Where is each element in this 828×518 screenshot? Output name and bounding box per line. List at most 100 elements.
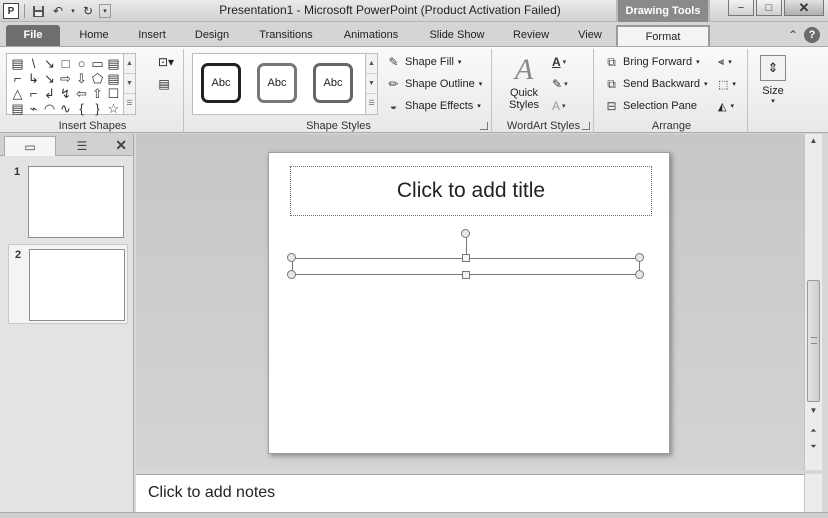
current-slide[interactable]: Click to add title	[268, 152, 670, 454]
shape-option[interactable]: }	[89, 100, 106, 117]
save-icon[interactable]	[29, 2, 47, 20]
edit-shape-icon[interactable]: ⊡▾	[154, 53, 178, 71]
size-button[interactable]: ⇕ Size ▾	[754, 53, 792, 119]
slides-tab-icon: ▭	[24, 139, 36, 154]
shape-effects-icon: ◒	[389, 99, 398, 113]
align-button[interactable]: ⫷ ▾	[718, 53, 732, 71]
tab-slides[interactable]: ▭	[4, 136, 56, 156]
selection-pane-button[interactable]: ⊟ Selection Pane	[604, 97, 697, 115]
send-backward-button[interactable]: ⧉ Send Backward ▾	[604, 75, 707, 93]
group-button[interactable]: ⬚ ▾	[718, 75, 736, 93]
minimize-button[interactable]: −	[728, 0, 754, 16]
styles-down-arrow-icon[interactable]: ▼	[366, 74, 377, 94]
tab-outline[interactable]: ☰	[58, 136, 106, 156]
undo-icon[interactable]: ↶	[49, 2, 67, 20]
scroll-up-arrow-icon[interactable]: ▲	[805, 134, 822, 148]
text-outline-button[interactable]: ✎ ▾	[552, 75, 584, 93]
scroll-thumb[interactable]	[807, 280, 820, 402]
resize-handle-bottom-right[interactable]	[635, 270, 644, 279]
tab-format[interactable]: Format	[616, 25, 710, 46]
slide-thumbnail-2[interactable]: 2	[8, 244, 128, 324]
shape-option[interactable]: {	[73, 100, 90, 117]
send-backward-label: Send Backward	[623, 78, 701, 90]
tab-file[interactable]: File	[6, 25, 60, 46]
resize-handle-top-right[interactable]	[635, 253, 644, 262]
styles-gallery-scroll[interactable]: ▲ ▼ ☰	[365, 54, 377, 114]
shape-option[interactable]: ☆	[105, 100, 122, 117]
shapes-gallery[interactable]: ▤ \ ↘ □ ○ ▭ ▤ ⌐ ↳ ↘ ⇨ ⇩ ⬠ ▤ △ ⌐ ↲ ↯ ⇦ ⇧ ☐ ▤ ⌁ ◠ ∿{} ☆ ▲ ▼ ☰	[6, 53, 136, 117]
styles-more-icon[interactable]: ☰	[366, 94, 377, 114]
scroll-down-arrow-icon[interactable]: ▼	[806, 404, 821, 418]
tab-transitions[interactable]: Transitions	[252, 25, 320, 46]
shape-option[interactable]: ∿	[57, 100, 74, 117]
redo-icon[interactable]: ↻	[79, 2, 97, 20]
gallery-more-icon[interactable]: ☰	[124, 94, 135, 114]
previous-slide-icon[interactable]: ⏶	[806, 424, 821, 438]
help-icon[interactable]: ?	[804, 27, 820, 43]
shape-effects-label: Shape Effects	[405, 100, 474, 112]
text-fill-button[interactable]: A ▾	[552, 53, 584, 71]
gallery-up-arrow-icon[interactable]: ▲	[124, 54, 135, 74]
arrange-label: Arrange	[651, 120, 692, 132]
shape-option[interactable]: ◠	[41, 100, 58, 117]
resize-handle-bottom[interactable]	[462, 271, 470, 279]
text-effects-button[interactable]: A ▾	[552, 97, 584, 115]
shape-style-medium[interactable]: Abc	[313, 63, 353, 103]
close-button[interactable]: ✕	[784, 0, 824, 16]
shape-styles-gallery[interactable]: Abc Abc Abc ▲ ▼ ☰	[192, 53, 378, 115]
slide-number: 1	[14, 166, 21, 178]
ribbon-right-controls: ⌃ ?	[788, 27, 820, 43]
wordart-launcher-icon[interactable]	[582, 122, 590, 130]
shapes-gallery-scroll[interactable]: ▲ ▼ ☰	[123, 54, 135, 114]
slide-thumbnail-1[interactable]: 1	[8, 162, 128, 240]
quick-styles-label: Quick Styles	[509, 87, 539, 111]
text-box-icon[interactable]: ▤	[154, 75, 174, 93]
tab-home[interactable]: Home	[72, 25, 116, 46]
shape-option[interactable]: ⌁	[25, 100, 42, 117]
bring-forward-label: Bring Forward	[623, 56, 693, 68]
shape-outline-button[interactable]: ✏ Shape Outline ▾	[386, 75, 482, 93]
close-pane-icon[interactable]: ✕	[115, 137, 127, 154]
tab-slide-show[interactable]: Slide Show	[422, 25, 492, 46]
quick-styles-button[interactable]: A Quick Styles	[502, 53, 546, 119]
wordart-a-icon: A	[514, 53, 534, 86]
shape-effects-button[interactable]: ◒ Shape Effects ▾	[386, 97, 481, 115]
shape-styles-label: Shape Styles	[306, 120, 371, 132]
chevron-down-icon: ▾	[478, 81, 483, 88]
title-placeholder[interactable]: Click to add title	[290, 166, 652, 216]
shape-fill-button[interactable]: ✎ Shape Fill ▾	[386, 53, 461, 71]
minimize-ribbon-icon[interactable]: ⌃	[788, 28, 798, 42]
undo-dropdown-icon[interactable]: ▾	[69, 2, 77, 20]
slide-number: 2	[15, 249, 22, 261]
notes-placeholder[interactable]: Click to add notes	[148, 484, 275, 502]
resize-handle-top-left[interactable]	[287, 253, 296, 262]
vertical-scrollbar[interactable]: ▲ ▼ ⏶ ⏷	[804, 134, 822, 470]
rotate-button[interactable]: ◭ ▾	[718, 97, 734, 115]
customize-qat-icon[interactable]: ▾	[99, 4, 111, 18]
tab-insert[interactable]: Insert	[130, 25, 174, 46]
next-slide-icon[interactable]: ⏷	[806, 440, 821, 454]
resize-handle-top[interactable]	[462, 254, 470, 262]
shape-style-gray[interactable]: Abc	[257, 63, 297, 103]
bring-forward-button[interactable]: ⧉ Bring Forward ▾	[604, 53, 699, 71]
slide-editing-area: Click to add title	[136, 134, 804, 470]
tab-design[interactable]: Design	[188, 25, 236, 46]
drawing-tools-header: Drawing Tools	[616, 0, 710, 22]
tab-view[interactable]: View	[570, 25, 610, 46]
resize-handle-bottom-left[interactable]	[287, 270, 296, 279]
tab-animations[interactable]: Animations	[336, 25, 406, 46]
outline-tab-icon: ☰	[76, 139, 88, 153]
tab-review[interactable]: Review	[506, 25, 556, 46]
shape-styles-launcher-icon[interactable]	[480, 122, 488, 130]
group-size: ⇕ Size ▾	[750, 49, 792, 133]
size-label: Size	[762, 85, 784, 97]
rotation-handle[interactable]	[461, 229, 470, 238]
rotation-connector	[466, 238, 467, 255]
chevron-down-icon: ▾	[562, 103, 566, 110]
styles-up-arrow-icon[interactable]: ▲	[366, 54, 377, 74]
maximize-button[interactable]: □	[756, 0, 782, 16]
shape-style-dark[interactable]: Abc	[201, 63, 241, 103]
shape-option[interactable]: ▤	[9, 100, 26, 117]
app-menu-icon[interactable]: P	[2, 2, 20, 20]
gallery-down-arrow-icon[interactable]: ▼	[124, 74, 135, 94]
